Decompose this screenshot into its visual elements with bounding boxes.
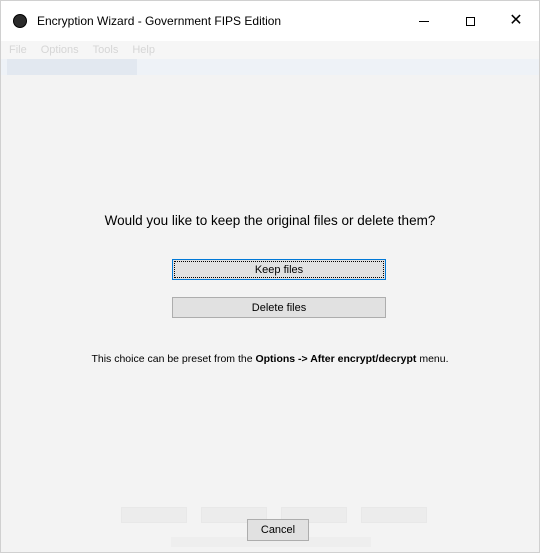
maximize-button[interactable] xyxy=(447,1,493,41)
menu-item-file[interactable]: File xyxy=(9,44,27,56)
menu-item-help[interactable]: Help xyxy=(132,44,155,56)
menu-bar: File Options Tools Help xyxy=(1,41,539,59)
close-icon: ✕ xyxy=(509,12,523,29)
maximize-icon xyxy=(465,16,475,26)
active-tab xyxy=(7,59,137,75)
menu-item-tools[interactable]: Tools xyxy=(93,44,119,56)
keep-files-button[interactable]: Keep files xyxy=(172,259,386,280)
hint-prefix: This choice can be preset from the xyxy=(91,353,256,365)
menu-item-options[interactable]: Options xyxy=(41,44,79,56)
preset-hint: This choice can be preset from the Optio… xyxy=(1,353,539,365)
keep-or-delete-question: Would you like to keep the original file… xyxy=(104,213,436,228)
hint-suffix: menu. xyxy=(416,353,449,365)
hint-menu-path: Options -> After encrypt/decrypt xyxy=(255,353,417,365)
app-window: Encryption Wizard - Government FIPS Edit… xyxy=(0,0,540,553)
faded-button xyxy=(361,507,427,523)
app-icon xyxy=(13,14,27,28)
close-button[interactable]: ✕ xyxy=(493,1,539,41)
window-controls: ✕ xyxy=(401,1,539,41)
faded-button xyxy=(121,507,187,523)
tab-strip xyxy=(1,59,539,75)
overlay-panel: Would you like to keep the original file… xyxy=(1,75,539,552)
minimize-icon xyxy=(419,20,429,22)
delete-files-button[interactable]: Delete files xyxy=(172,297,386,318)
window-title: Encryption Wizard - Government FIPS Edit… xyxy=(37,14,282,28)
cancel-button[interactable]: Cancel xyxy=(247,519,309,541)
title-bar[interactable]: Encryption Wizard - Government FIPS Edit… xyxy=(1,1,539,41)
minimize-button[interactable] xyxy=(401,1,447,41)
